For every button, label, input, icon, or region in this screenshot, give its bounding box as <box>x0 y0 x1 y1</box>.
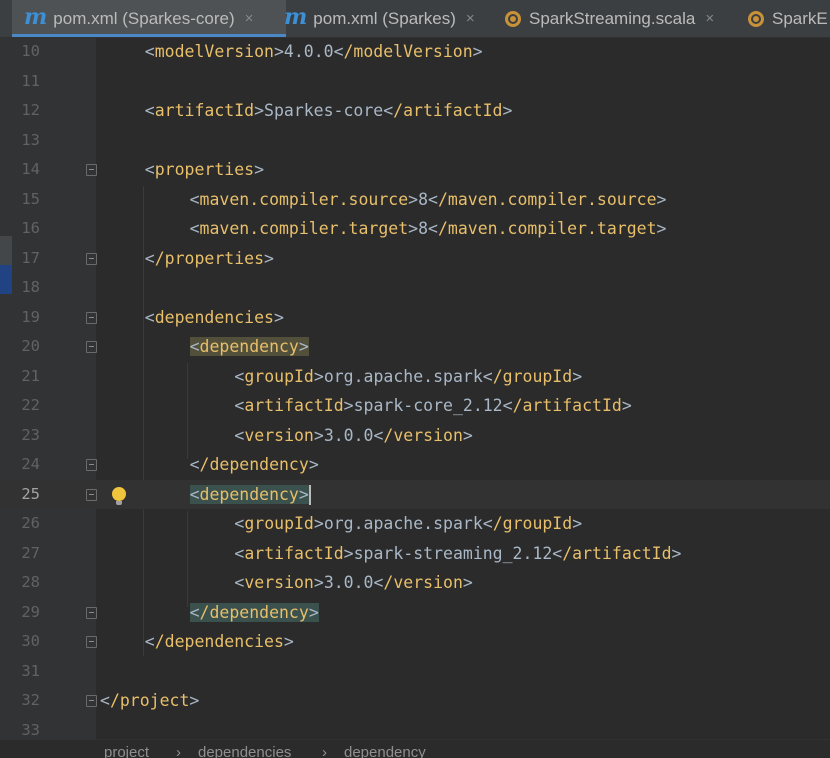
close-icon[interactable]: × <box>466 10 475 27</box>
line-number: 11 <box>21 71 40 90</box>
close-icon[interactable]: × <box>245 10 254 27</box>
maven-icon: m <box>24 4 48 30</box>
code-line-24[interactable]: 24 </dependency> <box>0 450 830 480</box>
code-text: <maven.compiler.target>8</maven.compiler… <box>189 219 667 238</box>
code-line-14[interactable]: 14 <properties> <box>0 155 830 185</box>
breadcrumb-item[interactable]: project <box>104 744 149 758</box>
code-text: </properties> <box>144 248 274 268</box>
code-line-11[interactable]: 11 <box>0 67 830 97</box>
lightbulb-icon[interactable] <box>112 486 126 505</box>
line-number: 32 <box>21 691 40 709</box>
fold-marker-icon[interactable] <box>86 695 97 707</box>
scala-object-icon <box>748 10 764 27</box>
fold-marker-icon[interactable] <box>86 311 97 324</box>
code-line-18[interactable]: 18 <box>0 273 830 303</box>
tab-pom-sparkes[interactable]: m pom.xml (Sparkes) × <box>284 0 475 37</box>
code-text: <version>3.0.0</version> <box>234 425 473 445</box>
line-number: 10 <box>21 42 40 60</box>
code-text: <groupId>org.apache.spark</groupId> <box>234 514 583 533</box>
line-number: 27 <box>21 543 40 562</box>
code-line-20[interactable]: 20 <dependency> <box>0 332 830 362</box>
tab-sparkstreaming-scala[interactable]: SparkStreaming.scala × <box>505 0 714 37</box>
fold-marker-icon[interactable] <box>86 459 97 471</box>
code-text: <artifactId>Sparkes-core</artifactId> <box>144 101 513 120</box>
line-number: 22 <box>21 396 40 414</box>
code-line-25[interactable]: 25 <dependency> <box>0 479 830 509</box>
editor-tab-bar: m pom.xml (Sparkes-core) × m pom.xml (Sp… <box>0 0 830 38</box>
line-number: 31 <box>21 661 40 680</box>
line-number: 19 <box>21 307 40 326</box>
code-line-27[interactable]: 27 <artifactId>spark-streaming_2.12</arti… <box>0 539 830 569</box>
line-number: 18 <box>21 278 40 296</box>
code-line-28[interactable]: 28 <version>3.0.0</version> <box>0 568 830 598</box>
code-text: <maven.compiler.source>8</maven.compiler… <box>189 189 667 209</box>
code-line-19[interactable]: 19 <dependencies> <box>0 303 830 333</box>
text-caret <box>308 485 311 505</box>
code-text: </dependency> <box>189 455 319 474</box>
code-editor[interactable]: 10 <modelVersion>4.0.0</modelVersion> 11 12… <box>0 38 830 757</box>
tab-pom-sparkes-core[interactable]: m pom.xml (Sparkes-core) × <box>12 0 286 37</box>
code-line-21[interactable]: 21 <groupId>org.apache.spark</groupId> <box>0 362 830 392</box>
scala-object-icon <box>505 10 521 27</box>
code-text: <properties> <box>144 160 265 179</box>
fold-marker-icon[interactable] <box>86 252 97 265</box>
code-text: </dependencies> <box>144 632 294 651</box>
breadcrumb: project › dependencies › dependency <box>0 739 830 758</box>
fold-marker-icon[interactable] <box>86 488 97 501</box>
code-text: </project> <box>100 691 200 710</box>
code-text: </dependency> <box>189 602 319 622</box>
code-line-15[interactable]: 15 <maven.compiler.source>8</maven.compil… <box>0 185 830 215</box>
line-number: 20 <box>21 337 40 355</box>
tab-label: SparkE <box>772 8 828 28</box>
line-number: 16 <box>21 219 40 237</box>
code-text: <version>3.0.0</version> <box>234 573 473 592</box>
code-text: <dependency> <box>189 484 311 505</box>
line-number: 25 <box>21 484 40 503</box>
code-line-13[interactable]: 13 <box>0 126 830 156</box>
code-line-30[interactable]: 30 </dependencies> <box>0 627 830 657</box>
line-number: 13 <box>21 130 40 149</box>
line-number: 12 <box>21 101 40 119</box>
chevron-right-icon: › <box>322 744 327 758</box>
line-number: 23 <box>21 425 40 444</box>
code-line-10[interactable]: 10 <modelVersion>4.0.0</modelVersion> <box>0 37 830 67</box>
line-number: 14 <box>21 160 40 178</box>
line-number: 28 <box>21 573 40 591</box>
code-line-22[interactable]: 22 <artifactId>spark-core_2.12</artifactI… <box>0 391 830 421</box>
code-line-31[interactable]: 31 <box>0 657 830 687</box>
breadcrumb-item[interactable]: dependency <box>344 744 426 758</box>
code-line-26[interactable]: 26 <groupId>org.apache.spark</groupId> <box>0 509 830 539</box>
line-number: 15 <box>21 189 40 208</box>
maven-icon: m <box>284 4 308 30</box>
line-number: 24 <box>21 455 40 473</box>
code-line-12[interactable]: 12 <artifactId>Sparkes-core</artifactId> <box>0 96 830 126</box>
code-line-16[interactable]: 16 <maven.compiler.target>8</maven.compil… <box>0 214 830 244</box>
line-number: 26 <box>21 514 40 532</box>
close-icon[interactable]: × <box>705 10 714 27</box>
line-number: 29 <box>21 602 40 621</box>
code-text: <artifactId>spark-streaming_2.12</artifa… <box>234 543 682 563</box>
code-line-23[interactable]: 23 <version>3.0.0</version> <box>0 421 830 451</box>
fold-marker-icon[interactable] <box>86 606 97 619</box>
code-line-17[interactable]: 17 </properties> <box>0 244 830 274</box>
code-text: <dependency> <box>189 337 309 356</box>
breadcrumb-item[interactable]: dependencies <box>198 744 291 758</box>
fold-marker-icon[interactable] <box>86 636 97 648</box>
tab-label: SparkStreaming.scala <box>529 8 696 28</box>
chevron-right-icon: › <box>176 744 181 758</box>
code-text: <groupId>org.apache.spark</groupId> <box>234 366 583 386</box>
code-text: <dependencies> <box>144 307 284 327</box>
line-number: 30 <box>21 632 40 650</box>
code-text: <artifactId>spark-core_2.12</artifactId> <box>234 396 632 415</box>
fold-marker-icon[interactable] <box>86 164 97 176</box>
fold-marker-icon[interactable] <box>86 341 97 353</box>
tab-sparke[interactable]: SparkE <box>748 0 828 37</box>
tab-label: pom.xml (Sparkes-core) <box>53 8 235 28</box>
tab-label: pom.xml (Sparkes) <box>313 8 456 28</box>
code-line-32[interactable]: 32 </project> <box>0 686 830 716</box>
code-text: <modelVersion>4.0.0</modelVersion> <box>144 42 483 61</box>
line-number: 21 <box>21 366 40 385</box>
code-line-29[interactable]: 29 </dependency> <box>0 598 830 628</box>
line-number: 17 <box>21 248 40 267</box>
